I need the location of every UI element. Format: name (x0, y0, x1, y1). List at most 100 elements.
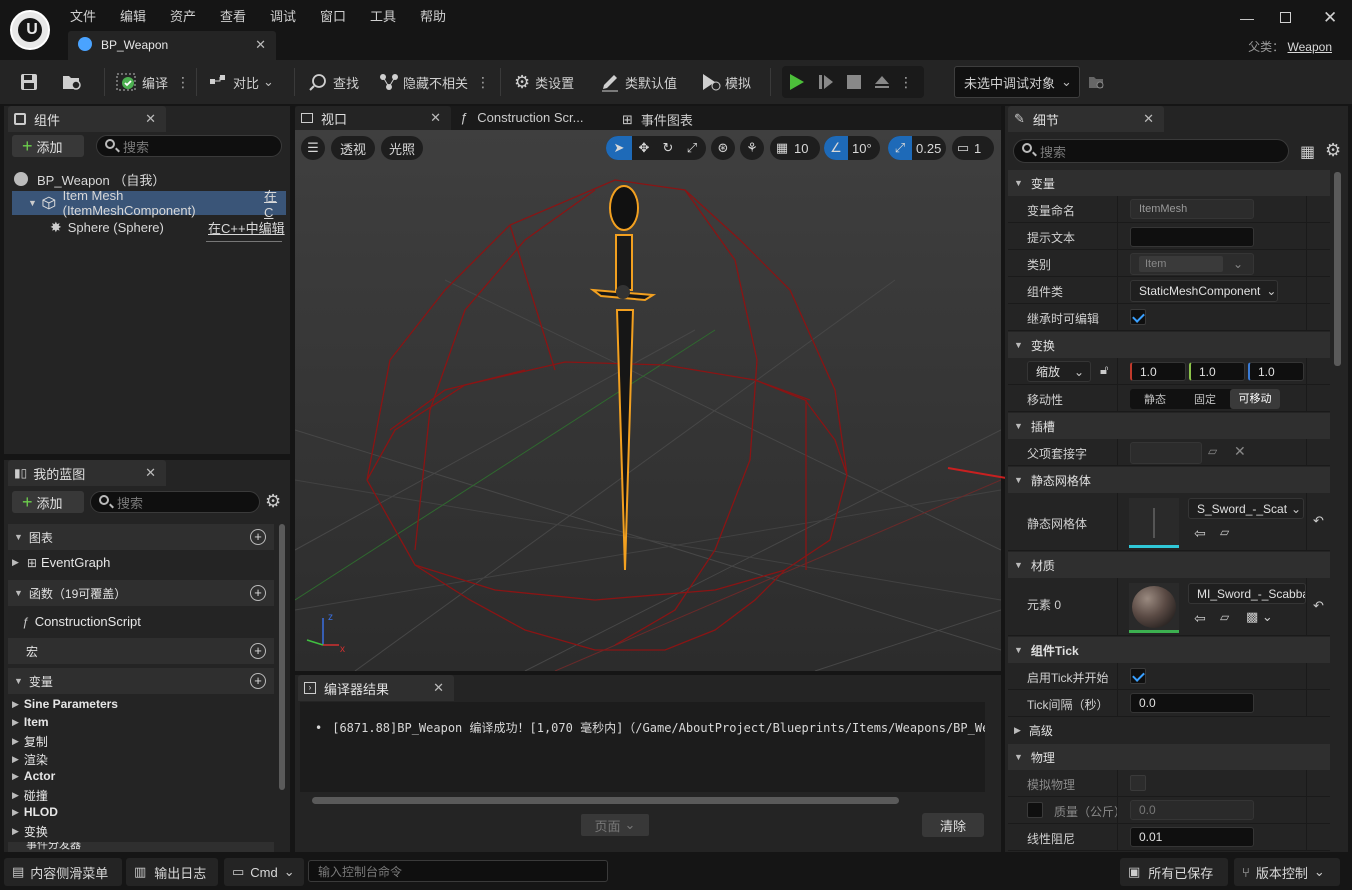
unlock-icon[interactable]: 🔓︎ (1100, 362, 1108, 378)
list-item-construction-script[interactable]: ƒ ConstructionScript (22, 614, 141, 629)
section-advanced[interactable]: ▶ 高级 (1008, 717, 1330, 743)
camera-speed[interactable]: ▭ 1 (952, 136, 994, 160)
translate-icon[interactable]: ✥ (632, 140, 656, 156)
material-picker[interactable]: MI_Sword_-_Scabbard (1188, 583, 1306, 604)
grid-snap-toggle[interactable]: ▦ 10 (770, 136, 820, 160)
expand-arrow-icon[interactable]: ▼ (28, 198, 37, 208)
maximize-icon[interactable] (1280, 12, 1291, 23)
menu-file[interactable]: 文件 (70, 6, 96, 25)
my-blueprint-search-input[interactable]: 搜索 (90, 491, 260, 513)
editable-checkbox[interactable] (1130, 309, 1146, 325)
page-dropdown[interactable]: 页面 ⌄ (581, 814, 649, 836)
menu-asset[interactable]: 资产 (170, 6, 196, 25)
viewport-options-menu-icon[interactable]: ☰ (301, 136, 325, 160)
scale-mode-select[interactable]: 缩放 ⌄ (1027, 361, 1091, 382)
view-mode-lit[interactable]: 光照 (381, 136, 424, 160)
rotation-snap-toggle[interactable]: ∠ 10° (824, 136, 880, 160)
more-menu-icon[interactable]: ⋮ (476, 74, 490, 91)
add-graph-icon[interactable]: + (250, 529, 266, 545)
mobility-stationary-option[interactable]: 固定 (1180, 391, 1230, 407)
scale-z-input[interactable]: 1.0 (1248, 362, 1304, 381)
browse-debug-icon[interactable] (1088, 70, 1106, 94)
section-macros[interactable]: 宏 + (8, 638, 274, 664)
mobility-movable-option[interactable]: 可移动 (1230, 389, 1280, 409)
hide-unrelated-button[interactable]: 隐藏不相关 ⋮ (378, 70, 490, 94)
browse-folder-icon[interactable]: ▱ (1220, 525, 1229, 539)
collapse-arrow-icon[interactable]: ▼ (14, 532, 23, 542)
use-selected-icon[interactable]: ⇦ (1194, 610, 1206, 627)
unreal-logo-icon[interactable]: U (10, 10, 50, 50)
expand-arrow-icon[interactable]: ▶ (12, 557, 19, 568)
add-function-icon[interactable]: + (250, 585, 266, 601)
edit-in-cpp-link[interactable]: 在C++中编辑 (208, 218, 285, 237)
section-static-mesh[interactable]: ▼ 静态网格体 (1008, 467, 1330, 493)
browse-folder-icon[interactable]: ▱ (1208, 444, 1217, 458)
static-mesh-picker[interactable]: S_Sword_-_Scat ⌄ (1188, 498, 1304, 519)
component-sphere[interactable]: ✸ Sphere (Sphere) 在C++中编辑 (12, 215, 286, 239)
class-defaults-button[interactable]: 类默认值 (600, 70, 677, 94)
tick-interval-input[interactable]: 0.0 (1130, 693, 1254, 713)
cmd-select[interactable]: ▭ Cmd ⌄ (224, 858, 304, 886)
parent-class-link[interactable]: Weapon (1288, 40, 1332, 54)
scale-icon[interactable]: ⤢ (680, 140, 704, 156)
section-sockets[interactable]: ▼ 插槽 (1008, 413, 1330, 439)
console-command-input[interactable]: 输入控制台命令 (308, 860, 608, 882)
debug-target-select[interactable]: 未选中调试对象 ⌄ (954, 66, 1080, 98)
mass-input[interactable]: 0.0 (1130, 800, 1254, 820)
expand-arrow-icon[interactable]: ▶ (12, 790, 19, 801)
expand-arrow-icon[interactable]: ▶ (12, 826, 19, 837)
close-icon[interactable]: ✕ (430, 110, 441, 126)
section-variables[interactable]: ▼ 变量 + (8, 668, 274, 694)
section-variable[interactable]: ▼ 变量 (1008, 170, 1330, 196)
expand-arrow-icon[interactable]: ▶ (12, 699, 19, 710)
browse-icon[interactable] (60, 70, 84, 94)
clear-button[interactable]: 清除 (922, 813, 984, 837)
select-cursor-icon[interactable]: ➤ (606, 136, 632, 160)
expand-arrow-icon[interactable]: ▶ (12, 754, 19, 765)
details-search-input[interactable]: 搜索 (1013, 139, 1289, 163)
section-component-tick[interactable]: ▼ 组件Tick (1008, 637, 1330, 663)
save-icon[interactable] (18, 70, 40, 94)
rotate-icon[interactable]: ↻ (656, 140, 680, 156)
viewport[interactable]: z x (295, 130, 1001, 671)
variable-category[interactable]: ▶ 变换 (12, 823, 48, 840)
simulate-button[interactable]: 模拟 (700, 70, 751, 94)
tab-construction-script[interactable]: ƒ Construction Scr... (460, 110, 583, 125)
tab-components[interactable]: 组件 ✕ (8, 106, 166, 132)
stop-icon[interactable] (840, 66, 868, 98)
section-physics[interactable]: ▼ 物理 (1008, 744, 1330, 770)
diff-button[interactable]: 对比 ⌄ (208, 70, 274, 94)
menu-view[interactable]: 查看 (220, 6, 246, 25)
add-member-button[interactable]: + 添加 (12, 491, 84, 513)
mass-override-checkbox[interactable] (1027, 802, 1043, 818)
component-class-select[interactable]: StaticMeshComponent ⌄ (1130, 280, 1278, 302)
section-graphs[interactable]: ▼ 图表 + (8, 524, 274, 550)
category-combo[interactable]: Item ⌄ (1130, 253, 1254, 275)
component-item-mesh[interactable]: ▼ Item Mesh (ItemMeshComponent) 在C (12, 188, 286, 220)
details-scrollbar[interactable] (1334, 172, 1341, 366)
compile-button[interactable]: 编译 ⋮ (116, 70, 190, 94)
variable-category[interactable]: ▶ 碰撞 (12, 787, 48, 804)
variable-name-input[interactable]: ItemMesh (1130, 199, 1254, 219)
minimize-icon[interactable]: — (1240, 10, 1254, 26)
settings-gear-icon[interactable]: ⚙ (1325, 140, 1341, 161)
use-selected-icon[interactable]: ⇦ (1194, 525, 1206, 542)
section-materials[interactable]: ▼ 材质 (1008, 552, 1330, 578)
start-with-tick-checkbox[interactable] (1130, 668, 1146, 684)
find-button[interactable]: 查找 (308, 70, 359, 94)
tab-event-graph[interactable]: ⊞ 事件图表 (622, 110, 693, 129)
tab-my-blueprint[interactable]: ▮▯ 我的蓝图 ✕ (8, 460, 166, 486)
class-settings-button[interactable]: ⚙ 类设置 (514, 70, 574, 94)
scale-x-input[interactable]: 1.0 (1130, 362, 1186, 381)
close-icon[interactable]: ✕ (145, 111, 156, 127)
add-variable-icon[interactable]: + (250, 673, 266, 689)
browse-folder-icon[interactable]: ▱ (1220, 610, 1229, 624)
collapse-arrow-icon[interactable]: ▼ (14, 676, 23, 686)
local-space-icon[interactable]: ⊛ (711, 136, 735, 160)
close-icon[interactable]: ✕ (145, 465, 156, 481)
mobility-static-option[interactable]: 静态 (1130, 391, 1180, 407)
tab-bp-weapon[interactable]: BP_Weapon ✕ (68, 31, 276, 60)
menu-edit[interactable]: 编辑 (120, 6, 146, 25)
variable-category[interactable]: ▶ Item (12, 715, 49, 729)
section-event-dispatchers[interactable]: 事件分发器 (8, 842, 274, 852)
